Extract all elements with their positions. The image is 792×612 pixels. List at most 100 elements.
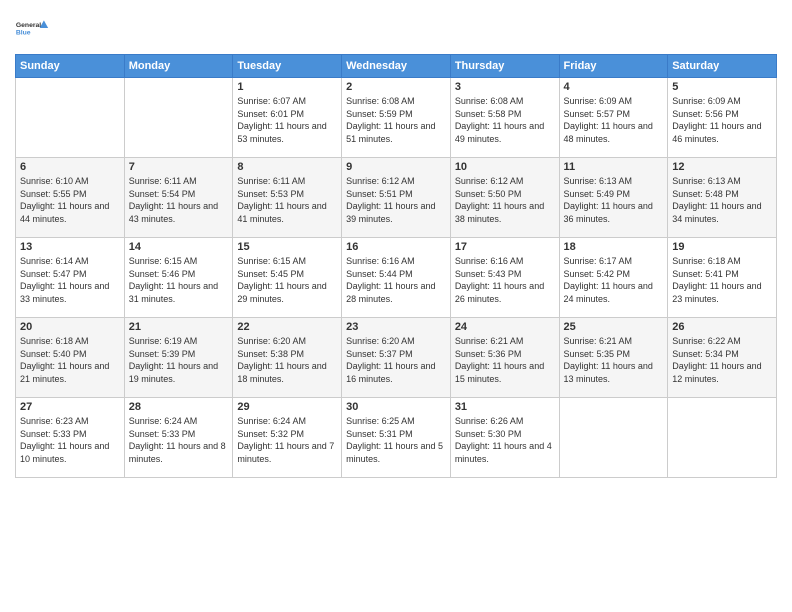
cell-info: Sunrise: 6:09 AMSunset: 5:57 PMDaylight:… xyxy=(564,95,664,145)
logo: General Blue xyxy=(15,10,49,46)
calendar-cell: 3 Sunrise: 6:08 AMSunset: 5:58 PMDayligh… xyxy=(450,78,559,158)
calendar-cell: 20 Sunrise: 6:18 AMSunset: 5:40 PMDaylig… xyxy=(16,318,125,398)
day-number: 19 xyxy=(672,241,772,253)
day-number: 2 xyxy=(346,81,446,93)
day-number: 3 xyxy=(455,81,555,93)
cell-info: Sunrise: 6:24 AMSunset: 5:33 PMDaylight:… xyxy=(129,415,229,465)
calendar-cell: 9 Sunrise: 6:12 AMSunset: 5:51 PMDayligh… xyxy=(342,158,451,238)
day-number: 25 xyxy=(564,321,664,333)
cell-info: Sunrise: 6:12 AMSunset: 5:51 PMDaylight:… xyxy=(346,175,446,225)
calendar-cell: 7 Sunrise: 6:11 AMSunset: 5:54 PMDayligh… xyxy=(124,158,233,238)
calendar-page: General Blue SundayMondayTuesdayWednesda… xyxy=(0,0,792,612)
day-number: 15 xyxy=(237,241,337,253)
day-number: 4 xyxy=(564,81,664,93)
calendar-cell: 15 Sunrise: 6:15 AMSunset: 5:45 PMDaylig… xyxy=(233,238,342,318)
cell-info: Sunrise: 6:15 AMSunset: 5:46 PMDaylight:… xyxy=(129,255,229,305)
day-number: 6 xyxy=(20,161,120,173)
calendar-cell: 2 Sunrise: 6:08 AMSunset: 5:59 PMDayligh… xyxy=(342,78,451,158)
cell-info: Sunrise: 6:11 AMSunset: 5:54 PMDaylight:… xyxy=(129,175,229,225)
calendar-cell: 27 Sunrise: 6:23 AMSunset: 5:33 PMDaylig… xyxy=(16,398,125,478)
calendar-cell: 28 Sunrise: 6:24 AMSunset: 5:33 PMDaylig… xyxy=(124,398,233,478)
cell-info: Sunrise: 6:12 AMSunset: 5:50 PMDaylight:… xyxy=(455,175,555,225)
day-number: 1 xyxy=(237,81,337,93)
cell-info: Sunrise: 6:18 AMSunset: 5:41 PMDaylight:… xyxy=(672,255,772,305)
cell-info: Sunrise: 6:11 AMSunset: 5:53 PMDaylight:… xyxy=(237,175,337,225)
cell-info: Sunrise: 6:15 AMSunset: 5:45 PMDaylight:… xyxy=(237,255,337,305)
calendar-cell: 24 Sunrise: 6:21 AMSunset: 5:36 PMDaylig… xyxy=(450,318,559,398)
day-number: 23 xyxy=(346,321,446,333)
week-row-1: 1 Sunrise: 6:07 AMSunset: 6:01 PMDayligh… xyxy=(16,78,777,158)
day-number: 14 xyxy=(129,241,229,253)
day-number: 17 xyxy=(455,241,555,253)
cell-info: Sunrise: 6:08 AMSunset: 5:59 PMDaylight:… xyxy=(346,95,446,145)
header-row: SundayMondayTuesdayWednesdayThursdayFrid… xyxy=(16,55,777,78)
header: General Blue xyxy=(15,10,777,46)
col-header-wednesday: Wednesday xyxy=(342,55,451,78)
day-number: 7 xyxy=(129,161,229,173)
day-number: 21 xyxy=(129,321,229,333)
cell-info: Sunrise: 6:21 AMSunset: 5:35 PMDaylight:… xyxy=(564,335,664,385)
svg-text:General: General xyxy=(16,22,41,29)
week-row-3: 13 Sunrise: 6:14 AMSunset: 5:47 PMDaylig… xyxy=(16,238,777,318)
calendar-cell: 16 Sunrise: 6:16 AMSunset: 5:44 PMDaylig… xyxy=(342,238,451,318)
cell-info: Sunrise: 6:20 AMSunset: 5:38 PMDaylight:… xyxy=(237,335,337,385)
day-number: 27 xyxy=(20,401,120,413)
day-number: 28 xyxy=(129,401,229,413)
calendar-cell: 23 Sunrise: 6:20 AMSunset: 5:37 PMDaylig… xyxy=(342,318,451,398)
calendar-cell: 8 Sunrise: 6:11 AMSunset: 5:53 PMDayligh… xyxy=(233,158,342,238)
day-number: 18 xyxy=(564,241,664,253)
day-number: 30 xyxy=(346,401,446,413)
calendar-cell: 13 Sunrise: 6:14 AMSunset: 5:47 PMDaylig… xyxy=(16,238,125,318)
cell-info: Sunrise: 6:20 AMSunset: 5:37 PMDaylight:… xyxy=(346,335,446,385)
calendar-cell: 31 Sunrise: 6:26 AMSunset: 5:30 PMDaylig… xyxy=(450,398,559,478)
day-number: 22 xyxy=(237,321,337,333)
cell-info: Sunrise: 6:13 AMSunset: 5:48 PMDaylight:… xyxy=(672,175,772,225)
calendar-cell: 19 Sunrise: 6:18 AMSunset: 5:41 PMDaylig… xyxy=(668,238,777,318)
calendar-cell: 5 Sunrise: 6:09 AMSunset: 5:56 PMDayligh… xyxy=(668,78,777,158)
week-row-2: 6 Sunrise: 6:10 AMSunset: 5:55 PMDayligh… xyxy=(16,158,777,238)
day-number: 12 xyxy=(672,161,772,173)
calendar-cell: 12 Sunrise: 6:13 AMSunset: 5:48 PMDaylig… xyxy=(668,158,777,238)
cell-info: Sunrise: 6:09 AMSunset: 5:56 PMDaylight:… xyxy=(672,95,772,145)
day-number: 26 xyxy=(672,321,772,333)
col-header-tuesday: Tuesday xyxy=(233,55,342,78)
cell-info: Sunrise: 6:07 AMSunset: 6:01 PMDaylight:… xyxy=(237,95,337,145)
cell-info: Sunrise: 6:17 AMSunset: 5:42 PMDaylight:… xyxy=(564,255,664,305)
day-number: 24 xyxy=(455,321,555,333)
day-number: 10 xyxy=(455,161,555,173)
logo-svg: General Blue xyxy=(15,10,49,46)
calendar-cell: 17 Sunrise: 6:16 AMSunset: 5:43 PMDaylig… xyxy=(450,238,559,318)
calendar-cell: 4 Sunrise: 6:09 AMSunset: 5:57 PMDayligh… xyxy=(559,78,668,158)
day-number: 29 xyxy=(237,401,337,413)
cell-info: Sunrise: 6:14 AMSunset: 5:47 PMDaylight:… xyxy=(20,255,120,305)
cell-info: Sunrise: 6:23 AMSunset: 5:33 PMDaylight:… xyxy=(20,415,120,465)
day-number: 20 xyxy=(20,321,120,333)
day-number: 11 xyxy=(564,161,664,173)
cell-info: Sunrise: 6:10 AMSunset: 5:55 PMDaylight:… xyxy=(20,175,120,225)
day-number: 31 xyxy=(455,401,555,413)
calendar-cell: 22 Sunrise: 6:20 AMSunset: 5:38 PMDaylig… xyxy=(233,318,342,398)
calendar-cell: 29 Sunrise: 6:24 AMSunset: 5:32 PMDaylig… xyxy=(233,398,342,478)
day-number: 13 xyxy=(20,241,120,253)
col-header-sunday: Sunday xyxy=(16,55,125,78)
week-row-5: 27 Sunrise: 6:23 AMSunset: 5:33 PMDaylig… xyxy=(16,398,777,478)
cell-info: Sunrise: 6:21 AMSunset: 5:36 PMDaylight:… xyxy=(455,335,555,385)
cell-info: Sunrise: 6:24 AMSunset: 5:32 PMDaylight:… xyxy=(237,415,337,465)
cell-info: Sunrise: 6:22 AMSunset: 5:34 PMDaylight:… xyxy=(672,335,772,385)
cell-info: Sunrise: 6:26 AMSunset: 5:30 PMDaylight:… xyxy=(455,415,555,465)
svg-text:Blue: Blue xyxy=(16,29,31,36)
calendar-cell xyxy=(559,398,668,478)
cell-info: Sunrise: 6:16 AMSunset: 5:44 PMDaylight:… xyxy=(346,255,446,305)
calendar-cell: 26 Sunrise: 6:22 AMSunset: 5:34 PMDaylig… xyxy=(668,318,777,398)
cell-info: Sunrise: 6:19 AMSunset: 5:39 PMDaylight:… xyxy=(129,335,229,385)
day-number: 8 xyxy=(237,161,337,173)
calendar-cell: 1 Sunrise: 6:07 AMSunset: 6:01 PMDayligh… xyxy=(233,78,342,158)
calendar-cell: 10 Sunrise: 6:12 AMSunset: 5:50 PMDaylig… xyxy=(450,158,559,238)
cell-info: Sunrise: 6:18 AMSunset: 5:40 PMDaylight:… xyxy=(20,335,120,385)
calendar-cell: 14 Sunrise: 6:15 AMSunset: 5:46 PMDaylig… xyxy=(124,238,233,318)
week-row-4: 20 Sunrise: 6:18 AMSunset: 5:40 PMDaylig… xyxy=(16,318,777,398)
day-number: 5 xyxy=(672,81,772,93)
col-header-thursday: Thursday xyxy=(450,55,559,78)
calendar-cell: 21 Sunrise: 6:19 AMSunset: 5:39 PMDaylig… xyxy=(124,318,233,398)
col-header-saturday: Saturday xyxy=(668,55,777,78)
